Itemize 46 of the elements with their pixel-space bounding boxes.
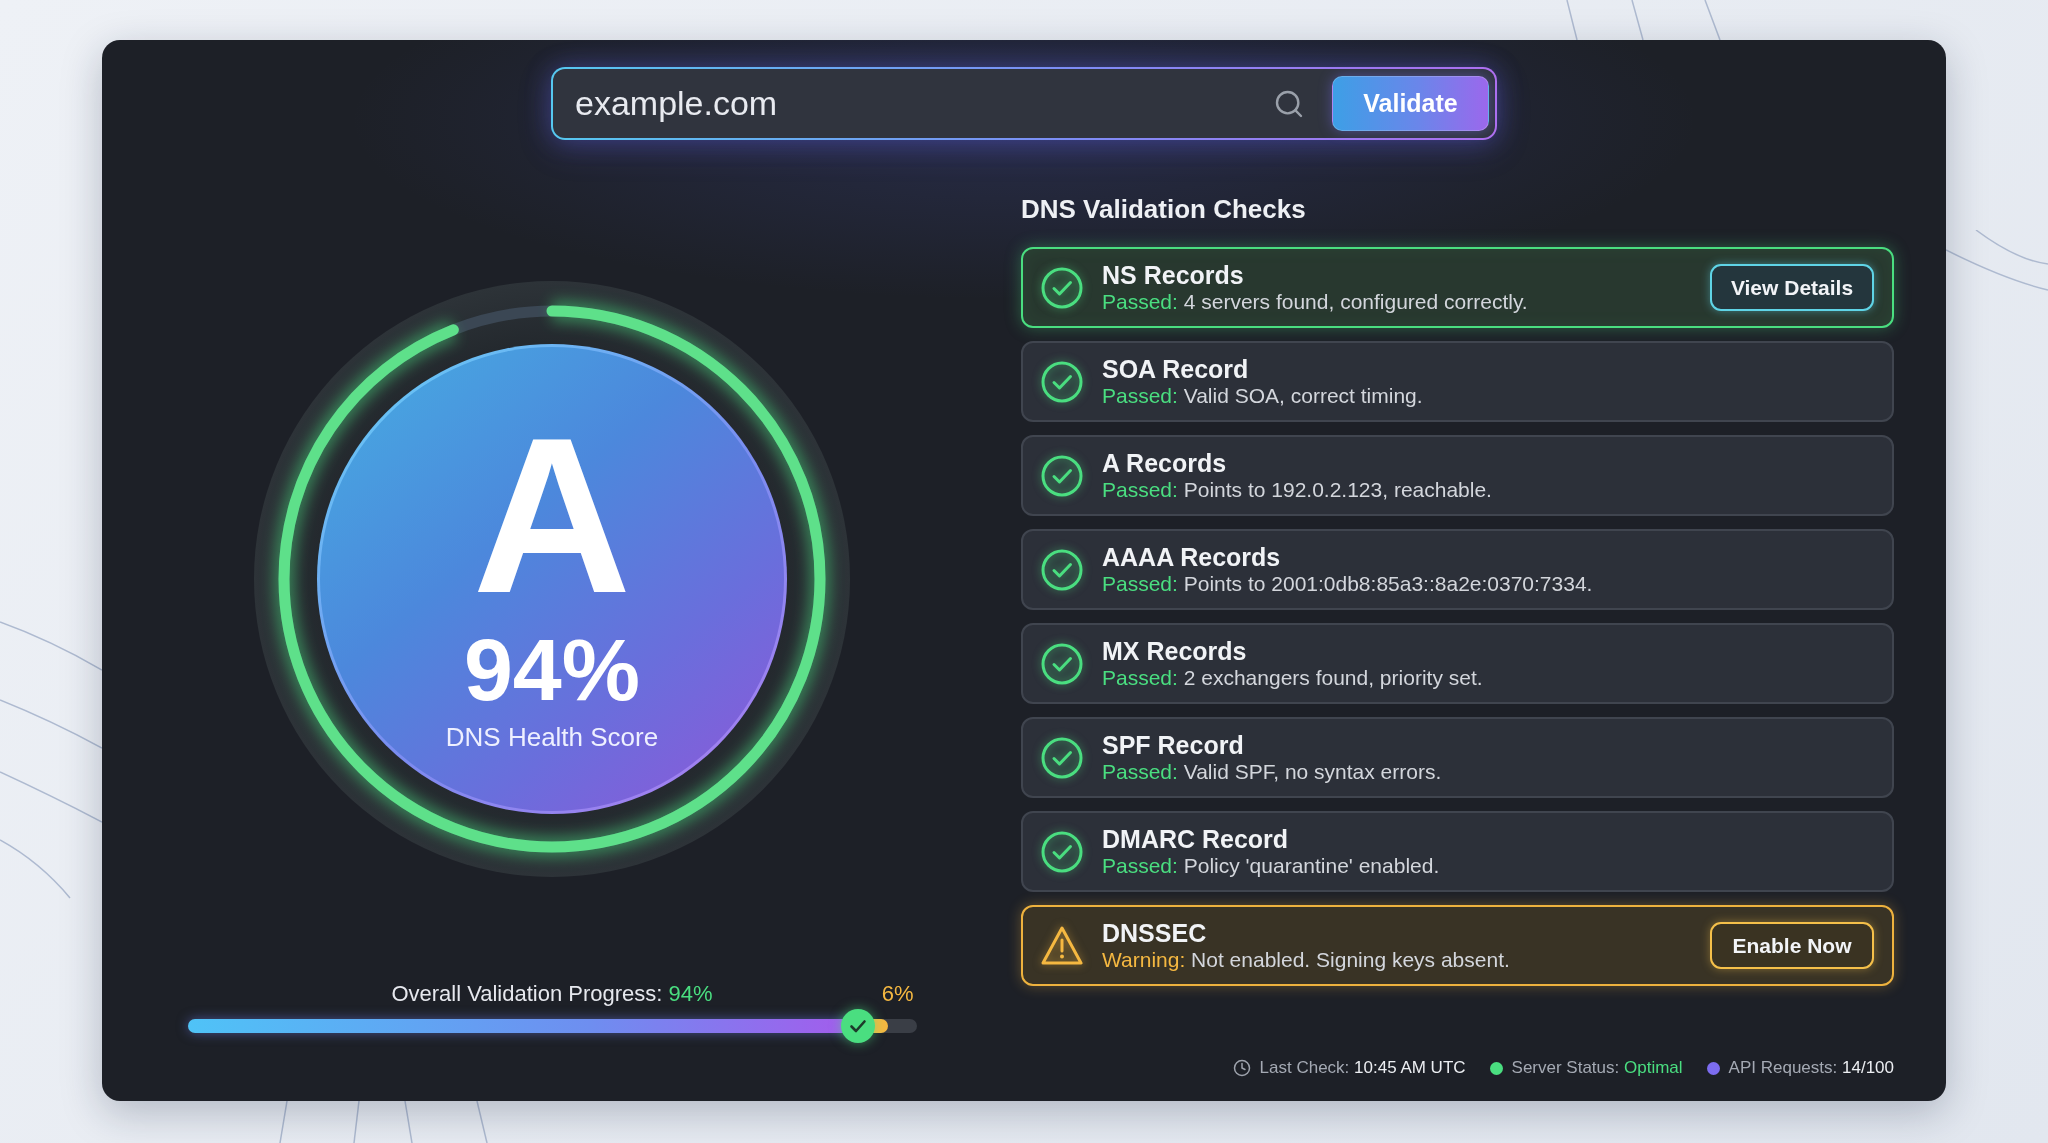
score-percent: 94% xyxy=(463,626,641,714)
check-card[interactable]: MX Records Passed: 2 exchangers found, priority set. xyxy=(1021,623,1894,704)
check-card[interactable]: SPF Record Passed: Valid SPF, no syntax errors. xyxy=(1021,717,1894,798)
last-check-text: Last Check: 10:45 AM UTC xyxy=(1259,1057,1466,1079)
check-card[interactable]: A Records Passed: Points to 192.0.2.123, reachable. xyxy=(1021,435,1894,516)
check-name: DMARC Record xyxy=(1102,824,1289,853)
progress-label: Overall Validation Progress: 94% xyxy=(391,981,713,1007)
check-detail: Passed: Points to 192.0.2.123, reachable. xyxy=(1102,476,1492,503)
check-name: SPF Record xyxy=(1102,730,1244,759)
clock-icon xyxy=(1232,1059,1251,1077)
check-detail: Warning: Not enabled. Signing keys absent. xyxy=(1102,946,1510,973)
check-card[interactable]: NS Records Passed: 4 servers found, configured correctly. View Details xyxy=(1021,247,1894,328)
score-label: DNS Health Score xyxy=(445,722,659,753)
check-circle-icon xyxy=(1041,642,1083,685)
check-marker-icon xyxy=(841,1009,876,1043)
check-circle-icon xyxy=(1041,548,1083,591)
check-card[interactable]: DNSSEC Warning: Not enabled. Signing keys absent. Enable Now xyxy=(1021,905,1894,986)
domain-search-field[interactable]: example.com Validate xyxy=(551,67,1497,140)
check-circle-icon xyxy=(1041,266,1083,309)
check-name: SOA Record xyxy=(1102,354,1249,383)
check-name: NS Records xyxy=(1102,260,1244,289)
remaining-percent: 6% xyxy=(881,981,914,1007)
check-detail: Passed: 2 exchangers found, priority set. xyxy=(1102,664,1483,691)
api-requests-text: API Requests: 14/100 xyxy=(1728,1057,1894,1079)
checks-title: DNS Validation Checks xyxy=(1021,194,1306,224)
check-card[interactable]: AAAA Records Passed: Points to 2001:0db8:85a3::8a2e:0370:7334. xyxy=(1021,529,1894,610)
check-detail: Passed: Valid SPF, no syntax errors. xyxy=(1102,758,1442,785)
grade-letter: A xyxy=(472,406,632,626)
check-circle-icon xyxy=(1041,360,1083,403)
warning-icon xyxy=(1041,924,1083,967)
check-detail: Passed: Points to 2001:0db8:85a3::8a2e:0370:7334. xyxy=(1102,570,1593,597)
action-button[interactable]: Enable Now xyxy=(1710,922,1874,969)
check-name: A Records xyxy=(1102,448,1227,477)
action-button[interactable]: View Details xyxy=(1710,264,1874,311)
check-name: AAAA Records xyxy=(1102,542,1281,571)
check-detail: Passed: Valid SOA, correct timing. xyxy=(1102,382,1423,409)
check-circle-icon xyxy=(1041,454,1083,497)
check-card[interactable]: SOA Record Passed: Valid SOA, correct timing. xyxy=(1021,341,1894,422)
check-card[interactable]: DMARC Record Passed: Policy 'quarantine' enabled. xyxy=(1021,811,1894,892)
check-name: MX Records xyxy=(1102,636,1247,665)
check-circle-icon xyxy=(1041,736,1083,779)
check-detail: Passed: 4 servers found, configured correctly. xyxy=(1102,288,1528,315)
server-status-text: Server Status: Optimal xyxy=(1511,1057,1683,1079)
check-detail: Passed: Policy 'quarantine' enabled. xyxy=(1102,852,1440,879)
check-circle-icon xyxy=(1041,830,1083,873)
check-name: DNSSEC xyxy=(1102,918,1207,947)
